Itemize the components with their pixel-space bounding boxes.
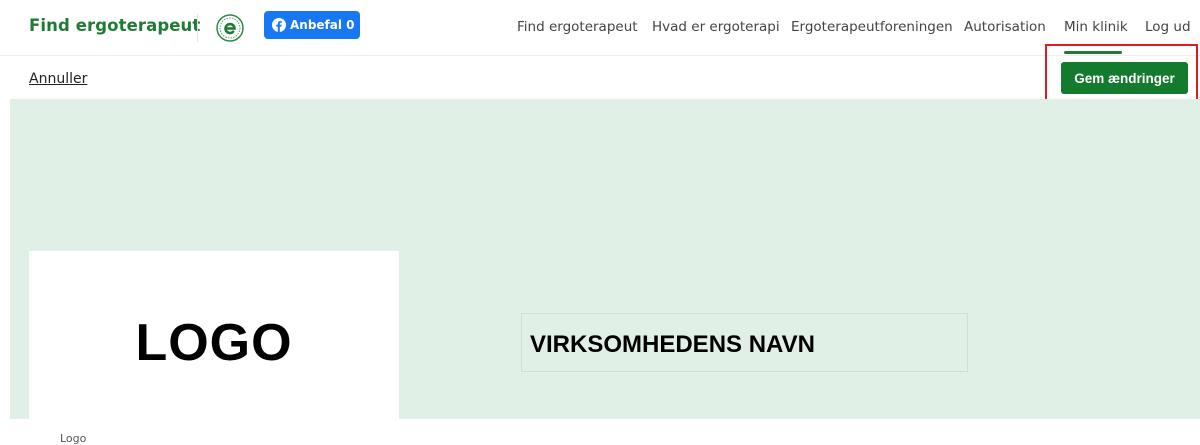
top-navigation-bar: Find ergoterapeut Anbefal 0 Find ergoter… (0, 0, 1200, 56)
logo-upload-card[interactable]: LOGO Logo (29, 251, 399, 445)
cancel-link[interactable]: Annuller (29, 71, 87, 87)
logo-caption: Logo (60, 432, 87, 445)
logo-placeholder: LOGO (135, 314, 293, 372)
ergoterapeut-emblem-icon (216, 14, 244, 42)
nav-min-klinik[interactable]: Min klinik (1064, 19, 1128, 35)
save-changes-button[interactable]: Gem ændringer (1061, 62, 1188, 94)
brand-divider (197, 14, 198, 42)
nav-find-ergoterapeut[interactable]: Find ergoterapeut (517, 19, 638, 35)
company-name-field[interactable]: VIRKSOMHEDENS NAVN (521, 313, 968, 372)
nav-hvad-er-ergoterapi[interactable]: Hvad er ergoterapi (652, 19, 780, 35)
facebook-recommend-button[interactable]: Anbefal 0 (264, 11, 360, 39)
facebook-icon (272, 18, 286, 32)
nav-log-ud[interactable]: Log ud (1145, 19, 1191, 35)
brand-title[interactable]: Find ergoterapeut (29, 16, 200, 35)
facebook-recommend-label: Anbefal 0 (290, 18, 355, 32)
nav-ergoterapeutforeningen[interactable]: Ergoterapeutforeningen (791, 19, 953, 35)
edit-toolbar (0, 56, 1200, 99)
active-nav-indicator (1064, 51, 1122, 54)
company-name-text: VIRKSOMHEDENS NAVN (530, 331, 815, 358)
nav-autorisation[interactable]: Autorisation (964, 19, 1046, 35)
